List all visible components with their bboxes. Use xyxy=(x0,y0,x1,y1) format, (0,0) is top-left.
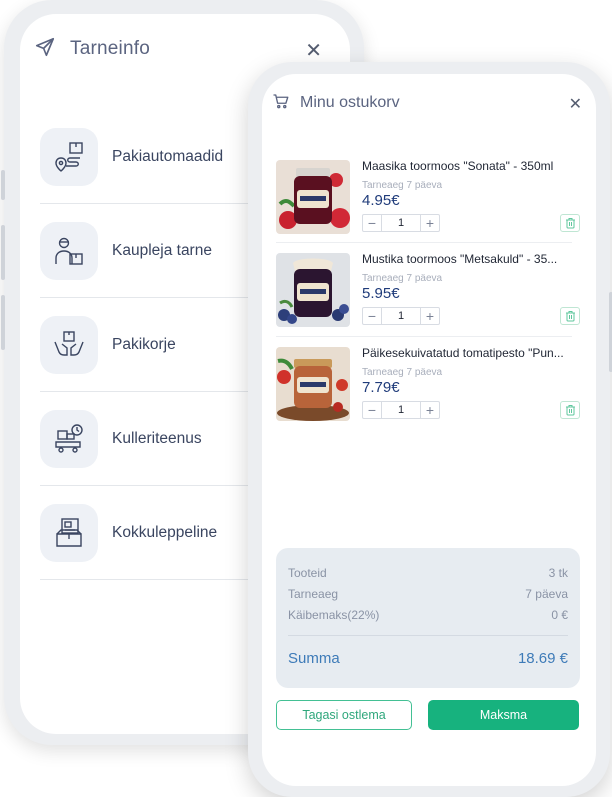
total-value: 18.69 € xyxy=(517,650,568,667)
trash-icon[interactable] xyxy=(560,401,580,419)
summary-label: Tarneaeg xyxy=(288,587,339,601)
product-price: 5.95€ xyxy=(362,285,400,302)
trash-icon[interactable] xyxy=(560,214,580,232)
courier-person-icon xyxy=(40,221,98,280)
product-delivery-time: Tarneaeg 7 päeva xyxy=(362,273,443,284)
increase-button[interactable]: + xyxy=(421,215,439,231)
trash-icon[interactable] xyxy=(560,307,580,325)
document-box-icon xyxy=(40,503,98,562)
product-delivery-time: Tarneaeg 7 päeva xyxy=(362,180,443,191)
delivery-header: Tarneinfo ✕ xyxy=(34,34,336,64)
delivery-option-parcel-lockers[interactable]: Pakiautomaadid xyxy=(40,110,270,204)
delivery-truck-clock-icon xyxy=(40,409,98,468)
summary-value: 3 tk xyxy=(548,566,568,580)
summary-row-vat: Käibemaks(22%) 0 € xyxy=(288,608,568,622)
phone-side-button xyxy=(1,170,5,200)
product-image-blueberry-jam xyxy=(276,253,350,327)
item-divider xyxy=(276,336,572,337)
phone-side-button xyxy=(1,225,5,280)
delivery-option-agreed[interactable]: Kokkuleppeline xyxy=(40,486,270,580)
product-price: 4.95€ xyxy=(362,192,400,209)
product-image-strawberry-jam xyxy=(276,160,350,234)
product-name: Päikesekuivatatud tomatipesto "Pun... xyxy=(362,346,564,360)
pay-button[interactable]: Maksma xyxy=(428,700,579,730)
option-label: Kulleriteenus xyxy=(112,429,202,447)
summary-divider xyxy=(288,635,568,636)
delivery-option-merchant[interactable]: Kaupleja tarne xyxy=(40,204,270,298)
increase-button[interactable]: + xyxy=(421,402,439,418)
cart-item: Päikesekuivatatud tomatipesto "Pun... Ta… xyxy=(276,341,580,433)
summary-row-delivery: Tarneaeg 7 päeva xyxy=(288,587,568,601)
cart-screen: Minu ostukorv ✕ Maasika toormoos "Sonata… xyxy=(262,74,596,786)
option-label: Kokkuleppeline xyxy=(112,523,218,541)
product-name: Maasika toormoos "Sonata" - 350ml xyxy=(362,159,554,173)
summary-value: 0 € xyxy=(551,608,568,622)
item-divider xyxy=(276,242,572,243)
quantity-stepper: − 1 + xyxy=(362,401,440,419)
summary-value: 7 päeva xyxy=(525,587,568,601)
summary-label: Tooteid xyxy=(288,566,327,580)
increase-button[interactable]: + xyxy=(421,308,439,324)
phone-side-button xyxy=(1,295,5,350)
delivery-title: Tarneinfo xyxy=(70,38,150,59)
cart-icon xyxy=(272,92,290,115)
product-name: Mustika toormoos "Metsakuld" - 35... xyxy=(362,252,558,266)
send-icon xyxy=(34,36,56,63)
total-label: Summa xyxy=(288,650,340,667)
cart-header: Minu ostukorv ✕ xyxy=(272,88,586,118)
option-label: Pakikorje xyxy=(112,335,176,353)
order-summary: Tooteid 3 tk Tarneaeg 7 päeva Käibemaks(… xyxy=(276,548,580,688)
delivery-option-courier[interactable]: Kulleriteenus xyxy=(40,392,270,486)
cart-phone: Minu ostukorv ✕ Maasika toormoos "Sonata… xyxy=(248,62,612,797)
quantity-stepper: − 1 + xyxy=(362,307,440,325)
decrease-button[interactable]: − xyxy=(363,308,381,324)
cart-item: Maasika toormoos "Sonata" - 350ml Tarnea… xyxy=(276,154,580,246)
continue-shopping-button[interactable]: Tagasi ostlema xyxy=(276,700,412,730)
option-label: Kaupleja tarne xyxy=(112,241,212,259)
hands-package-icon xyxy=(40,315,98,374)
quantity-stepper: − 1 + xyxy=(362,214,440,232)
option-label: Pakiautomaadid xyxy=(112,147,224,165)
decrease-button[interactable]: − xyxy=(363,215,381,231)
quantity-value[interactable]: 1 xyxy=(381,308,421,324)
summary-row-products: Tooteid 3 tk xyxy=(288,566,568,580)
parcel-locker-route-icon xyxy=(40,127,98,186)
summary-total: Summa 18.69 € xyxy=(288,650,568,667)
delivery-option-pickup[interactable]: Pakikorje xyxy=(40,298,270,392)
summary-label: Käibemaks(22%) xyxy=(288,608,380,622)
close-icon[interactable]: ✕ xyxy=(569,94,582,114)
cart-item: Mustika toormoos "Metsakuld" - 35... Tar… xyxy=(276,247,580,339)
product-delivery-time: Tarneaeg 7 päeva xyxy=(362,367,443,378)
product-image-tomato-pesto xyxy=(276,347,350,421)
quantity-value[interactable]: 1 xyxy=(381,402,421,418)
product-price: 7.79€ xyxy=(362,379,400,396)
cart-title: Minu ostukorv xyxy=(300,94,400,111)
decrease-button[interactable]: − xyxy=(363,402,381,418)
quantity-value[interactable]: 1 xyxy=(381,215,421,231)
close-icon[interactable]: ✕ xyxy=(305,38,322,63)
